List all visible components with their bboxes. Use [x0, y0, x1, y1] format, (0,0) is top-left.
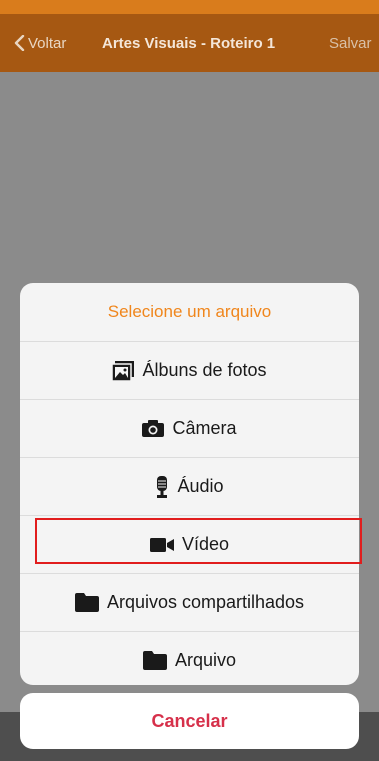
photo-album-icon	[112, 360, 135, 381]
option-label: Arquivo	[174, 650, 237, 670]
save-button[interactable]: Salvar	[329, 14, 372, 72]
action-sheet: Selecione um arquivo Álbuns de fotos Câm…	[20, 283, 359, 685]
chevron-left-icon	[14, 35, 25, 51]
option-audio[interactable]: Áudio	[20, 457, 359, 515]
page-title: Artes Visuais - Roteiro 1	[102, 34, 276, 52]
option-label: Álbuns de fotos	[142, 360, 267, 380]
folder-icon	[142, 651, 167, 670]
back-label: Voltar	[28, 34, 67, 52]
option-camera[interactable]: Câmera	[20, 399, 359, 457]
option-label: Vídeo	[181, 534, 230, 554]
option-label: Câmera	[172, 418, 237, 438]
option-label: Arquivos compartilhados	[106, 592, 305, 612]
camera-icon	[142, 420, 165, 437]
cancel-button[interactable]: Cancelar	[20, 693, 359, 749]
option-video[interactable]: Vídeo	[20, 515, 359, 573]
status-bar	[0, 0, 379, 14]
microphone-icon	[155, 475, 169, 498]
folder-icon	[74, 593, 99, 612]
video-camera-icon	[149, 537, 174, 552]
action-sheet-title: Selecione um arquivo	[107, 302, 272, 321]
option-file[interactable]: Arquivo	[20, 631, 359, 685]
back-button[interactable]: Voltar	[14, 14, 66, 72]
option-label: Áudio	[177, 476, 224, 496]
option-photo-albums[interactable]: Álbuns de fotos	[20, 341, 359, 399]
app-screen: Voltar Artes Visuais - Roteiro 1 Salvar …	[0, 0, 379, 761]
option-shared-files[interactable]: Arquivos compartilhados	[20, 573, 359, 631]
navigation-bar: Voltar Artes Visuais - Roteiro 1 Salvar	[0, 14, 379, 72]
